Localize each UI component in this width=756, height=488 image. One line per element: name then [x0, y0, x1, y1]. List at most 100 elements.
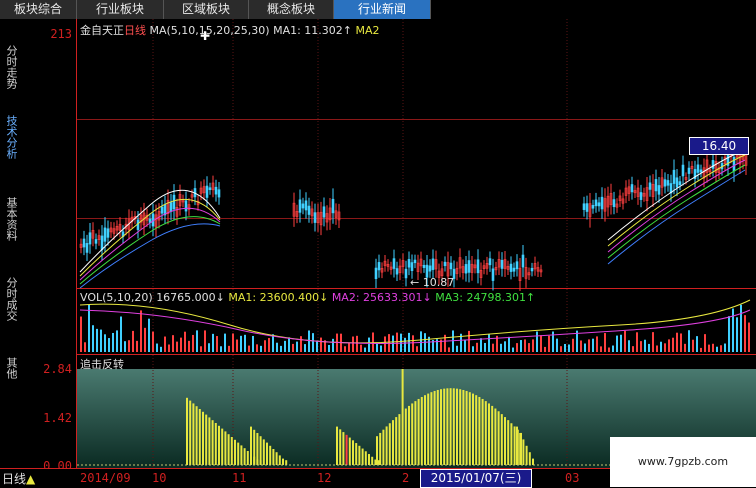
- indicator-bar: [478, 396, 481, 465]
- candle-body: [515, 261, 519, 270]
- indicator-bar: [218, 425, 220, 465]
- volume-bar: [84, 342, 86, 352]
- volume-bar: [468, 330, 470, 352]
- candle-body: [298, 199, 302, 213]
- candle-body: [94, 239, 98, 244]
- candle-body: [395, 268, 399, 275]
- indicator-bar: [408, 405, 410, 465]
- candle-body: [88, 232, 92, 245]
- indicator-bar: [385, 426, 388, 465]
- indicator-bar: [404, 408, 407, 465]
- candle-body: [491, 268, 495, 281]
- volume-bar: [300, 336, 302, 352]
- volume-bar: [180, 337, 182, 352]
- indicator-bar: [475, 395, 478, 465]
- ma1-value: MA1: 11.302↑: [273, 24, 353, 37]
- indicator-bar: [440, 389, 442, 465]
- candle-body: [431, 258, 435, 270]
- indicator-bar: [192, 403, 195, 465]
- indicator-bar: [256, 433, 259, 465]
- indicator-bar: [361, 448, 364, 465]
- volume-bar: [384, 336, 386, 352]
- volume-bar: [652, 332, 654, 352]
- indicator-bar: [417, 398, 420, 465]
- volume-bar: [292, 343, 294, 352]
- indicator-bar: [371, 456, 374, 465]
- volume-bar: [332, 338, 334, 352]
- indicator-bar: [342, 432, 345, 465]
- volume-bar: [320, 337, 322, 352]
- volume-bar: [212, 333, 214, 352]
- volume-bar: [628, 340, 630, 352]
- volume-bar: [448, 347, 450, 352]
- indicator-bar: [414, 401, 417, 465]
- volume-bar: [260, 345, 262, 352]
- indicator-bar: [388, 423, 391, 465]
- candle-body: [449, 262, 453, 270]
- candle-body: [307, 205, 311, 215]
- indicator-bar: [336, 426, 338, 465]
- volume-bar: [720, 345, 722, 352]
- candle-body: [304, 200, 308, 211]
- indicator-bar: [345, 434, 348, 465]
- vol-ma3: MA3: 24798.301↑: [435, 291, 536, 304]
- candle-body: [413, 259, 417, 264]
- last-price-box: 16.40: [689, 137, 749, 155]
- cursor-date-box: 2015/01/07(三): [420, 469, 532, 488]
- volume-bar: [500, 343, 502, 352]
- volume-bar: [708, 344, 710, 352]
- indicator-bar: [214, 423, 217, 465]
- volume-bar: [636, 332, 638, 352]
- volume-bar: [380, 345, 382, 352]
- indicator-bar: [202, 411, 204, 465]
- candle-body: [582, 203, 586, 210]
- ma2-value: MA2: [355, 24, 380, 37]
- volume-bar: [168, 344, 170, 352]
- volume-bar: [524, 339, 526, 352]
- volume-bar: [304, 344, 306, 352]
- candle-body: [639, 192, 643, 200]
- candle-body: [488, 258, 492, 266]
- volume-bar: [124, 341, 126, 352]
- volume-bar: [164, 336, 166, 352]
- volume-bar: [256, 344, 258, 352]
- volume-bar: [740, 304, 742, 352]
- candle-body: [404, 268, 408, 279]
- volume-bar: [80, 316, 82, 352]
- volume-bar: [240, 335, 242, 352]
- volume-bar: [156, 343, 158, 352]
- indicator-bar: [500, 414, 503, 465]
- volume-bar: [232, 333, 234, 352]
- volume-bar: [224, 333, 226, 352]
- volume-bar: [508, 336, 510, 352]
- volume-bar: [736, 317, 738, 352]
- candle-body: [467, 260, 471, 273]
- indicator-bar: [382, 429, 385, 465]
- volume-bar: [744, 315, 746, 352]
- indicator-bar: [227, 434, 230, 465]
- volume-bar: [732, 308, 734, 352]
- period-button[interactable]: 日线▲: [2, 470, 35, 487]
- indicator-bar: [250, 426, 252, 465]
- volume-bar: [480, 338, 482, 352]
- indicator-bar: [398, 414, 401, 465]
- volume-bar: [560, 346, 562, 352]
- low-price-label: ← 10.87: [410, 276, 455, 289]
- indicator-bar: [507, 420, 510, 465]
- volume-bar: [464, 339, 466, 352]
- volume-bar: [536, 331, 538, 352]
- volume-bar: [644, 339, 646, 352]
- volume-bar: [656, 345, 658, 352]
- volume-bar: [472, 346, 474, 352]
- volume-bar: [476, 342, 478, 352]
- indicator-bar: [392, 420, 394, 465]
- candle-body: [322, 206, 326, 218]
- candle-body: [410, 262, 414, 271]
- volume-bar: [532, 339, 534, 352]
- indicator-bar: [488, 403, 490, 465]
- indicator-bar: [395, 417, 398, 465]
- indicator-bar: [525, 445, 528, 465]
- volume-bar: [692, 339, 694, 352]
- volume-bar: [612, 345, 614, 352]
- volume-bar: [484, 342, 486, 352]
